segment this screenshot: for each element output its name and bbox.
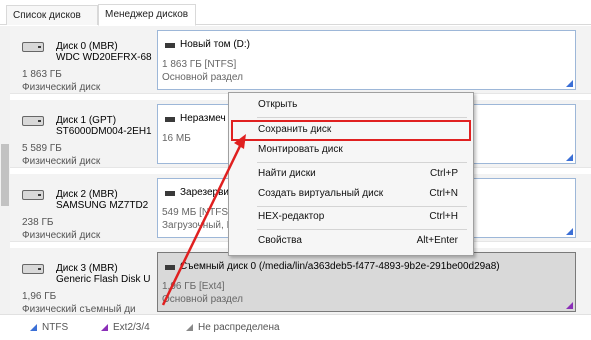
disk-label: Диск 0 (MBR) (56, 41, 118, 52)
usb-disk-icon (22, 264, 44, 274)
menu-item-label: HEX-редактор (258, 211, 325, 222)
legend-label: Ext2/3/4 (113, 322, 150, 333)
disk-model: SAMSUNG MZ7TD2 (56, 200, 149, 211)
ext-marker-icon (101, 324, 108, 331)
disk-label: Диск 3 (MBR) (56, 263, 118, 274)
partition-size: 1 863 ГБ [NTFS] (162, 59, 237, 70)
disk-model: ST6000DM004-2EH1 (56, 126, 152, 137)
drive-icon (165, 265, 175, 270)
menu-shortcut: Ctrl+N (429, 188, 458, 199)
fs-marker-ext-icon (566, 302, 573, 309)
menu-item-save-disk[interactable]: Сохранить диск (231, 120, 471, 141)
partition-kind: Загрузочный, Р (162, 220, 234, 231)
menu-shortcut: Alt+Enter (416, 235, 458, 246)
partition-kind: Основной раздел (162, 72, 243, 83)
menu-separator (257, 229, 467, 230)
menu-item-label: Монтировать диск (258, 144, 343, 155)
legend-unallocated: Не распределена (186, 322, 280, 333)
legend-label: NTFS (42, 322, 69, 333)
scrollbar-thumb[interactable] (1, 144, 9, 206)
tab-disk-list[interactable]: Список дисков (6, 5, 98, 25)
partition-title: Новый том (D:) (180, 39, 250, 50)
menu-item-label: Свойства (258, 235, 302, 246)
hard-disk-icon (22, 116, 44, 126)
disk-size: 5 589 ГБ (22, 143, 62, 154)
partition-kind: Основной раздел (162, 294, 243, 305)
menu-item-label: Создать виртуальный диск (258, 188, 384, 199)
disk-model: Generic Flash Disk U (56, 274, 151, 285)
menu-item-mount-disk[interactable]: Монтировать диск (232, 141, 470, 160)
disk-name: Диск 2 (MBR) SAMSUNG MZ7TD2 (56, 189, 166, 211)
fs-marker-ntfs-icon (566, 154, 573, 161)
fs-marker-ntfs-icon (566, 80, 573, 87)
disk-type: Физический диск (22, 82, 101, 93)
unallocated-marker-icon (186, 324, 193, 331)
menu-item-create-virtual-disk[interactable]: Создать виртуальный диск Ctrl+N (232, 185, 470, 204)
legend-ntfs: NTFS (30, 322, 68, 333)
partition-size: 549 МБ [NTFS] (162, 207, 231, 218)
menu-item-hex-editor[interactable]: HEX-редактор Ctrl+H (232, 208, 470, 227)
legend-label: Не распределена (198, 322, 280, 333)
fs-marker-ntfs-icon (566, 228, 573, 235)
left-scrollbar[interactable] (0, 26, 10, 314)
disk-row-0[interactable]: Диск 0 (MBR) WDC WD20EFRX-68 1 863 ГБ Фи… (10, 26, 591, 94)
menu-shortcut: Ctrl+P (429, 168, 458, 179)
disk-type: Физический съемный ди (22, 304, 136, 314)
disk-label: Диск 2 (MBR) (56, 189, 118, 200)
disk-name: Диск 3 (MBR) Generic Flash Disk U (56, 263, 166, 285)
menu-separator (257, 117, 467, 118)
menu-shortcut: Ctrl+H (429, 211, 458, 222)
disk-type: Физический диск (22, 230, 101, 241)
partition-title: Съемный диск 0 (/media/lin/a363deb5-f477… (180, 261, 500, 272)
disk-size: 1,96 ГБ (22, 291, 57, 302)
partition-title: Зарезерви (180, 187, 229, 198)
partition-size: 16 МБ (162, 133, 191, 144)
partition-title: Неразмеч (180, 113, 226, 124)
hard-disk-icon (22, 190, 44, 200)
menu-item-label: Найти диски (258, 168, 316, 179)
drive-icon (165, 191, 175, 196)
tab-disk-manager[interactable]: Менеджер дисков (98, 4, 196, 26)
disk-model: WDC WD20EFRX-68 (56, 52, 152, 63)
partition-size: 1,96 ГБ [Ext4] (162, 281, 225, 292)
drive-icon (165, 43, 175, 48)
legend-bar: NTFS Ext2/3/4 Не распределена (0, 314, 591, 340)
menu-separator (257, 206, 467, 207)
menu-item-open[interactable]: Открыть (232, 96, 470, 115)
ntfs-marker-icon (30, 324, 37, 331)
disk-size: 238 ГБ (22, 217, 54, 228)
disk-type: Физический диск (22, 156, 101, 167)
hard-disk-icon (22, 42, 44, 52)
partition-block-selected[interactable]: Съемный диск 0 (/media/lin/a363deb5-f477… (157, 252, 576, 312)
menu-separator (257, 162, 467, 163)
disk-row-3[interactable]: Диск 3 (MBR) Generic Flash Disk U 1,96 Г… (10, 248, 591, 314)
context-menu: Открыть Сохранить диск Монтировать диск … (228, 92, 474, 256)
disk-name: Диск 0 (MBR) WDC WD20EFRX-68 (56, 41, 166, 63)
tab-bar: Список дисков Менеджер дисков (0, 0, 591, 26)
menu-item-properties[interactable]: Свойства Alt+Enter (232, 232, 470, 251)
drive-icon (165, 117, 175, 122)
partition-block[interactable]: Новый том (D:) 1 863 ГБ [NTFS] Основной … (157, 30, 576, 90)
legend-ext: Ext2/3/4 (101, 322, 150, 333)
disk-label: Диск 1 (GPT) (56, 115, 117, 126)
disk-size: 1 863 ГБ (22, 69, 62, 80)
disk-name: Диск 1 (GPT) ST6000DM004-2EH1 (56, 115, 166, 137)
menu-item-label: Сохранить диск (258, 124, 332, 135)
menu-item-label: Открыть (258, 99, 298, 110)
menu-item-find-disks[interactable]: Найти диски Ctrl+P (232, 165, 470, 184)
